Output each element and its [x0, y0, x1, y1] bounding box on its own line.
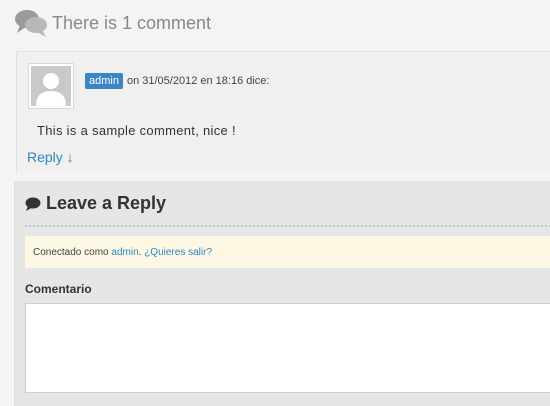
notice-separator: .	[138, 246, 142, 258]
comment-meta: admin on 31/05/2012 en 18:16 dice:	[85, 73, 269, 89]
avatar-placeholder-icon	[31, 66, 71, 106]
comments-header: There is 1 comment	[14, 6, 211, 40]
comment-field-label: Comentario	[25, 282, 92, 296]
reply-form: Leave a Reply Conectado como admin. ¿Qui…	[14, 181, 550, 406]
logout-link[interactable]: ¿Quieres salir?	[144, 247, 212, 258]
reply-heading-text: Leave a Reply	[46, 193, 167, 213]
logged-in-prefix: Conectado como	[33, 246, 109, 258]
comment-author-badge[interactable]: admin	[85, 73, 123, 89]
comments-icon	[15, 10, 47, 37]
comment-body: This is a sample comment, nice !	[37, 123, 236, 138]
logged-in-notice: Conectado como admin. ¿Quieres salir?	[25, 236, 550, 268]
avatar	[28, 63, 74, 109]
comment-item: admin on 31/05/2012 en 18:16 dice: This …	[16, 51, 550, 173]
logged-in-user-link[interactable]: admin	[111, 247, 138, 258]
comment-date: on 31/05/2012 en 18:16 dice:	[126, 75, 270, 87]
reply-link[interactable]: Reply ↓	[27, 149, 74, 165]
comment-bubble-icon	[25, 197, 41, 211]
comments-count-title: There is 1 comment	[52, 12, 212, 33]
comment-textarea[interactable]	[25, 303, 550, 393]
reply-heading: Leave a Reply	[25, 193, 166, 214]
divider	[25, 225, 550, 227]
